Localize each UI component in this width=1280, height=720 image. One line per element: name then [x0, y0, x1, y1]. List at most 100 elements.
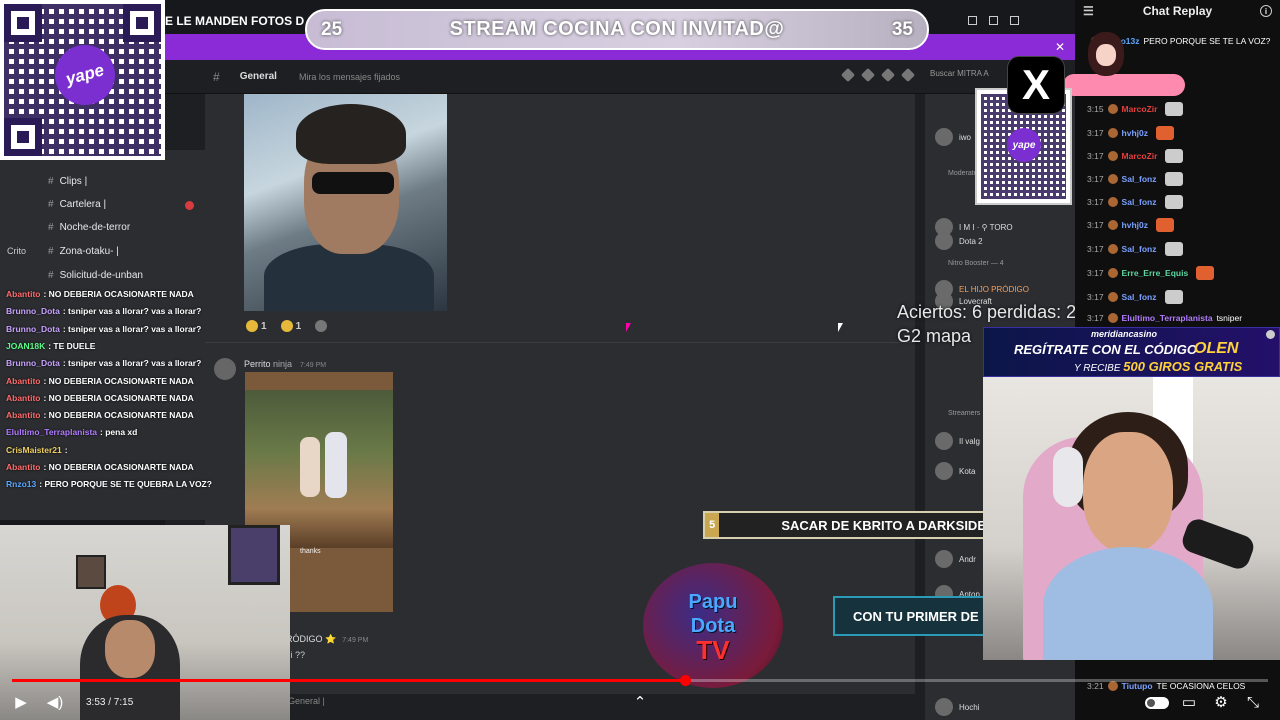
reaction-laugh[interactable]: 1	[246, 320, 267, 332]
member-item[interactable]: Il valg	[935, 432, 980, 450]
pinned-hint[interactable]: Mira los mensajes fijados	[299, 72, 400, 82]
casino-brand: meridiancasino	[1091, 329, 1158, 339]
members-icon[interactable]	[900, 67, 916, 83]
casino-ad[interactable]: meridiancasino REGÍTRATE CON EL CÓDIGO O…	[983, 327, 1280, 377]
discord-channel-header: # General Mira los mensajes fijados Busc…	[165, 60, 1075, 94]
chat-username: Brunno_Dota	[6, 358, 60, 369]
chat-username[interactable]: Sal_fonz	[1122, 174, 1157, 184]
autoplay-toggle[interactable]	[1145, 697, 1169, 709]
chat-text: NO DEBERIA OCASIONARTE NADA	[48, 289, 194, 299]
avatar	[1107, 292, 1118, 302]
yape-qr-code: yape	[0, 0, 165, 160]
chat-text: tsniper vas a llorar? vas a llorar?	[68, 306, 202, 317]
reaction-count: 1	[261, 320, 267, 332]
chat-replay-line: 3:17 Sal_fonz	[1087, 242, 1183, 256]
maximize-icon[interactable]	[989, 16, 998, 25]
sidebar-item-channel[interactable]: # Cartelera |	[48, 199, 106, 210]
chevron-up-icon[interactable]: ⌃	[629, 691, 651, 713]
chat-username[interactable]: hvhj0z	[1122, 128, 1148, 138]
minimize-icon[interactable]	[968, 16, 977, 25]
chat-replay-line: 3:17 Erre_Erre_Equis	[1087, 266, 1215, 280]
laugh-emoji-icon	[246, 320, 258, 332]
fullscreen-icon[interactable]: ⤡	[1242, 691, 1264, 713]
webcam-guest	[983, 377, 1280, 660]
sidebar-item-channel[interactable]: # Noche-de-terror	[48, 222, 130, 233]
chat-username[interactable]: Sal_fonz	[1122, 292, 1157, 302]
sidebar-item-channel[interactable]: # Solicitud-de-unban	[48, 270, 143, 281]
member-item[interactable]: Andr	[935, 550, 976, 568]
mute-icon[interactable]	[860, 67, 876, 83]
member-item[interactable]: Kota	[935, 462, 975, 480]
chat-time: 3:17	[1087, 292, 1104, 302]
casino-line: Y RECIBE 500 GIROS GRATIS	[1074, 359, 1242, 374]
chat-username: CrisMaister21	[6, 444, 62, 455]
emote-icon	[1156, 126, 1174, 140]
reactions-bar: 1 1	[246, 320, 328, 332]
member-name: Kota	[959, 466, 976, 476]
channel-label: Noche-de-terror	[59, 222, 131, 233]
close-icon[interactable]: ✕	[1055, 40, 1065, 54]
member-section-header: Nitro Booster — 4	[948, 260, 1004, 267]
chat-username[interactable]: Erre_Erre_Equis	[1122, 268, 1189, 278]
chat-username[interactable]: MarcoZir	[1122, 104, 1158, 114]
sidebar-label: Crito	[7, 246, 27, 256]
channel-label: Zona-otaku- |	[59, 246, 119, 257]
emote-icon	[1164, 242, 1183, 256]
chat-username[interactable]: Elultimo_Terraplanista	[1122, 313, 1213, 323]
settings-gear-icon[interactable]: ⚙	[1210, 691, 1232, 713]
banner-left-number: 25	[321, 18, 343, 40]
goal-bar: 5 SACAR DE KBRITO A DARKSIDE	[703, 511, 988, 539]
avatar	[935, 462, 953, 480]
search-input[interactable]: Buscar MITRA A	[930, 69, 1010, 85]
member-section-header: Streamers	[948, 410, 981, 417]
decor-pill	[1063, 74, 1185, 96]
logo-word: Papu	[688, 590, 738, 613]
x-logo-icon: X	[1007, 56, 1065, 114]
subtitles-icon[interactable]: ▭	[1178, 691, 1200, 713]
message-image-selfie[interactable]	[244, 94, 447, 311]
play-icon[interactable]: ▶	[10, 691, 32, 713]
menu-icon[interactable]: ☰	[1083, 4, 1094, 18]
chat-username[interactable]: MarcoZir	[1122, 151, 1158, 161]
message-author: RÓDIGO ⭐ 7:49 PM	[286, 634, 368, 645]
sidebar-item-channel[interactable]: # Clips |	[48, 176, 87, 187]
member-name: Andr	[959, 554, 976, 564]
chat-time: 3:17	[1087, 220, 1104, 230]
goal-number: 5	[705, 513, 720, 537]
avatar	[1107, 197, 1118, 207]
avatar	[1107, 174, 1118, 184]
avatar	[1107, 244, 1118, 254]
add-reaction-button[interactable]	[315, 320, 328, 332]
member-item[interactable]: Dota 2	[935, 232, 983, 250]
member-item[interactable]: iwo	[935, 128, 971, 146]
threads-icon[interactable]	[840, 67, 856, 83]
close-icon[interactable]	[1266, 330, 1275, 339]
chat-username[interactable]: Sal_fonz	[1122, 197, 1157, 207]
yape-logo: yape	[1007, 128, 1041, 162]
member-name: I M I · ⚲ TORO	[959, 222, 1013, 232]
overlay-chat-line: Abantito: NO DEBERIA OCASIONARTE NADA	[6, 410, 194, 421]
pin-icon[interactable]	[880, 67, 896, 83]
author-name[interactable]: RÓDIGO ⭐	[286, 634, 336, 644]
stream-video[interactable]: ✕ # General Mira los mensajes fijados Bu…	[0, 0, 1280, 720]
avatar[interactable]	[214, 358, 236, 380]
chat-username[interactable]: hvhj0z	[1122, 220, 1148, 230]
overlay-chat-line: Abantito: NO DEBERIA OCASIONARTE NADA	[6, 392, 194, 403]
avatar	[1107, 128, 1118, 138]
goal-text: SACAR DE KBRITO A DARKSIDE	[781, 517, 986, 533]
chat-username[interactable]: Sal_fonz	[1122, 244, 1157, 254]
reaction-smile[interactable]: 1	[280, 320, 301, 332]
hash-icon: #	[48, 222, 54, 233]
chat-text: PERO PORQUE SE TE LA VOZ?	[1143, 36, 1271, 46]
sidebar-item-channel[interactable]: # Zona-otaku- |	[48, 246, 119, 257]
volume-icon[interactable]: ◀)	[44, 691, 66, 713]
marquee-text: E LE MANDEN FOTOS D	[165, 14, 305, 28]
chat-username: Abantito	[6, 289, 41, 299]
author-name[interactable]: Perrito	[244, 359, 271, 369]
player-controls: ▶ ◀) 3:53 / 7:15 ⌃ ▭ ⚙ ⤡	[0, 685, 1280, 720]
chat-text: tsniper vas a llorar? vas a llorar?	[68, 358, 202, 369]
emote-icon	[1165, 149, 1184, 163]
progress-bar[interactable]	[12, 675, 1268, 686]
close-window-icon[interactable]	[1010, 16, 1019, 25]
info-icon[interactable]: i	[1260, 5, 1272, 17]
